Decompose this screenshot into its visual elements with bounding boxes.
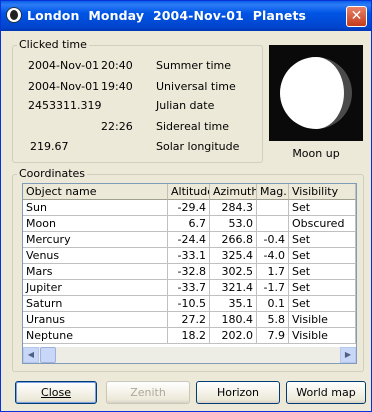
window-title: London Monday 2004-Nov-01 Planets — [27, 8, 307, 23]
cell-visibility: Set — [289, 248, 356, 264]
cell-mag: 0.1 — [257, 296, 289, 312]
column-header-object-name[interactable]: Object name — [23, 184, 168, 200]
table-row[interactable]: Uranus 27.2 180.4 5.8 Visible — [23, 312, 356, 328]
cell-altitude: -24.4 — [168, 232, 210, 248]
planets-table[interactable]: Object name Altitude Azimuth Mag. Visibi… — [22, 183, 357, 364]
cell-object-name: Moon — [23, 216, 168, 232]
column-header-mag[interactable]: Mag. — [257, 184, 289, 200]
horizontal-scrollbar[interactable]: ◀ ▶ — [23, 347, 356, 363]
moon-app-icon — [6, 7, 22, 23]
cell-altitude: -32.8 — [168, 264, 210, 280]
cell-visibility: Visible — [289, 328, 356, 344]
cell-visibility: Obscured — [289, 216, 356, 232]
cell-visibility: Set — [289, 264, 356, 280]
moon-phase-image — [269, 45, 363, 141]
summer-time: 20:40 — [101, 59, 133, 72]
cell-object-name: Jupiter — [23, 280, 168, 296]
world-map-button-label: World map — [296, 386, 356, 399]
cell-mag: -1.7 — [257, 280, 289, 296]
scroll-left-icon[interactable]: ◀ — [23, 347, 39, 363]
cell-azimuth: 302.5 — [210, 264, 257, 280]
cell-object-name: Saturn — [23, 296, 168, 312]
sidereal-time-value: 22:26 — [101, 120, 133, 133]
cell-object-name: Uranus — [23, 312, 168, 328]
title-bar[interactable]: London Monday 2004-Nov-01 Planets ✕ — [1, 1, 371, 31]
moon-status: Moon up — [292, 147, 340, 160]
summer-time-caption: Summer time — [156, 59, 232, 72]
cell-azimuth: 266.8 — [210, 232, 257, 248]
cell-object-name: Venus — [23, 248, 168, 264]
cell-azimuth: 321.4 — [210, 280, 257, 296]
moon-icon — [280, 57, 352, 129]
table-row[interactable]: Saturn -10.5 35.1 0.1 Set — [23, 296, 356, 312]
cell-visibility: Set — [289, 280, 356, 296]
close-button-label: Close — [41, 386, 71, 399]
cell-azimuth: 180.4 — [210, 312, 257, 328]
cell-azimuth: 284.3 — [210, 200, 257, 216]
solar-longitude-value: 219.67 — [30, 140, 69, 153]
planets-window: London Monday 2004-Nov-01 Planets ✕ Clic… — [0, 0, 372, 412]
cell-object-name: Mars — [23, 264, 168, 280]
clicked-time-label: Clicked time — [17, 38, 89, 51]
table-row[interactable]: Neptune 18.2 202.0 7.9 Visible — [23, 328, 356, 344]
cell-visibility: Visible — [289, 312, 356, 328]
julian-date-caption: Julian date — [156, 99, 215, 112]
cell-azimuth: 53.0 — [210, 216, 257, 232]
coordinates-label: Coordinates — [17, 167, 88, 180]
world-map-button[interactable]: World map — [286, 381, 366, 404]
scrollbar-thumb[interactable] — [40, 347, 56, 363]
zenith-button-label: Zenith — [130, 386, 166, 399]
cell-mag — [257, 200, 289, 216]
universal-time-caption: Universal time — [156, 80, 236, 93]
cell-mag: 1.7 — [257, 264, 289, 280]
table-row[interactable]: Sun -29.4 284.3 Set — [23, 200, 356, 216]
cell-mag: -4.0 — [257, 248, 289, 264]
summer-date: 2004-Nov-01 — [28, 59, 100, 72]
cell-mag: 5.8 — [257, 312, 289, 328]
solar-longitude-caption: Solar longitude — [156, 140, 240, 153]
cell-altitude: 18.2 — [168, 328, 210, 344]
cell-mag: -0.4 — [257, 232, 289, 248]
horizon-button-label: Horizon — [216, 386, 260, 399]
cell-visibility: Set — [289, 296, 356, 312]
column-header-visibility[interactable]: Visibility — [289, 184, 356, 200]
close-button[interactable]: Close — [15, 381, 97, 404]
table-header: Object name Altitude Azimuth Mag. Visibi… — [23, 184, 356, 200]
cell-mag — [257, 216, 289, 232]
cell-altitude: -33.7 — [168, 280, 210, 296]
cell-object-name: Neptune — [23, 328, 168, 344]
universal-time: 19:40 — [101, 80, 133, 93]
cell-azimuth: 202.0 — [210, 328, 257, 344]
scroll-right-icon[interactable]: ▶ — [340, 347, 356, 363]
cell-visibility: Set — [289, 232, 356, 248]
cell-altitude: 27.2 — [168, 312, 210, 328]
close-window-button[interactable]: ✕ — [346, 6, 367, 27]
cell-azimuth: 35.1 — [210, 296, 257, 312]
cell-object-name: Mercury — [23, 232, 168, 248]
zenith-button[interactable]: Zenith — [106, 381, 190, 404]
horizon-button[interactable]: Horizon — [196, 381, 280, 404]
universal-date: 2004-Nov-01 — [28, 80, 100, 93]
column-header-altitude[interactable]: Altitude — [168, 184, 210, 200]
cell-object-name: Sun — [23, 200, 168, 216]
table-row[interactable]: Venus -33.1 325.4 -4.0 Set — [23, 248, 356, 264]
table-row[interactable]: Mars -32.8 302.5 1.7 Set — [23, 264, 356, 280]
cell-altitude: -29.4 — [168, 200, 210, 216]
table-row[interactable]: Moon 6.7 53.0 Obscured — [23, 216, 356, 232]
table-row[interactable]: Mercury -24.4 266.8 -0.4 Set — [23, 232, 356, 248]
sidereal-time-caption: Sidereal time — [156, 120, 229, 133]
column-header-azimuth[interactable]: Azimuth — [210, 184, 257, 200]
table-row[interactable]: Jupiter -33.7 321.4 -1.7 Set — [23, 280, 356, 296]
cell-altitude: -33.1 — [168, 248, 210, 264]
julian-date-value: 2453311.319 — [28, 99, 102, 112]
cell-mag: 7.9 — [257, 328, 289, 344]
cell-visibility: Set — [289, 200, 356, 216]
cell-altitude: 6.7 — [168, 216, 210, 232]
cell-azimuth: 325.4 — [210, 248, 257, 264]
cell-altitude: -10.5 — [168, 296, 210, 312]
